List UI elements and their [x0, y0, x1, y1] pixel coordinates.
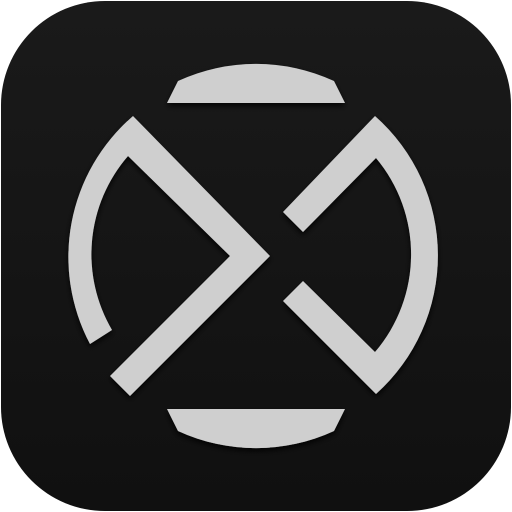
app-logo-icon: [1, 1, 511, 511]
app-icon-canvas: [0, 0, 512, 512]
